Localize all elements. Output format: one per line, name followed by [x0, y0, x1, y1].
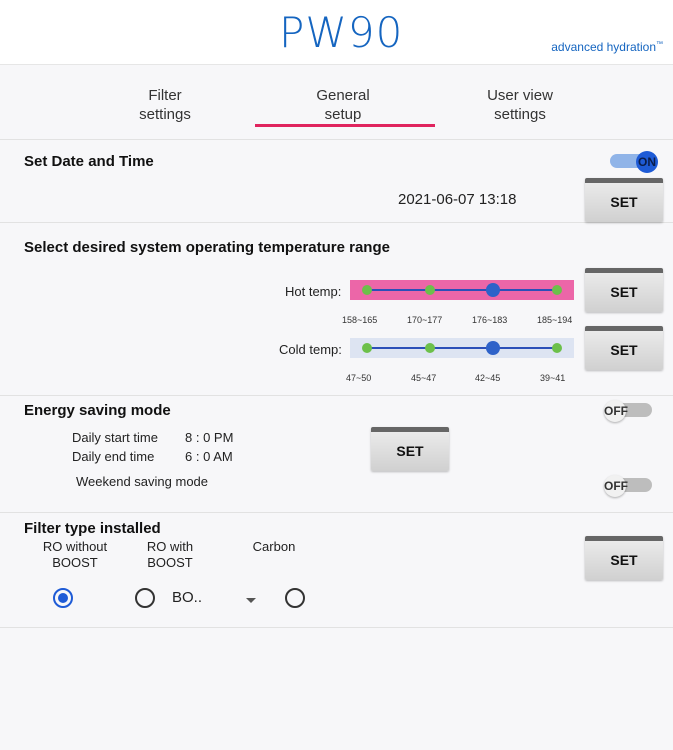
cold-range-label: 42~45	[475, 373, 501, 383]
date-time-title: Set Date and Time	[24, 153, 154, 170]
filter-type-title: Filter type installed	[24, 520, 161, 537]
cold-slider-line	[367, 347, 557, 349]
set-energy-button[interactable]: SET	[371, 427, 449, 471]
tagline-text: advanced hydration	[551, 40, 656, 54]
hot-temp-slider[interactable]	[350, 280, 574, 300]
hot-range-label: 170~177	[407, 315, 443, 325]
hot-stop-4[interactable]	[552, 285, 562, 295]
cold-temp-slider[interactable]	[350, 338, 574, 358]
hot-stop-2[interactable]	[425, 285, 435, 295]
hot-range-label: 185~194	[537, 315, 573, 325]
weekend-mode-label: Weekend saving mode	[76, 474, 209, 489]
radio-ro-with-boost[interactable]	[135, 588, 155, 608]
trademark-mark: ™	[656, 41, 663, 48]
app-header: PW90 advanced hydration™	[0, 0, 673, 65]
brand-logo: PW90	[279, 8, 404, 57]
end-time-label: Daily end time	[72, 449, 155, 464]
cold-range-label: 39~41	[540, 373, 566, 383]
section-filter-type: Filter type installed RO without BOOST R…	[0, 514, 673, 628]
cold-stop-4[interactable]	[552, 343, 562, 353]
hot-stop-1[interactable]	[362, 285, 372, 295]
cold-stop-3-selected[interactable]	[486, 341, 500, 355]
tab-filter-settings[interactable]: Filter settings	[115, 86, 215, 124]
hot-range-label: 158~165	[342, 315, 378, 325]
section-energy-saving: Energy saving mode OFF Daily start time …	[0, 397, 673, 513]
toggle-knob: OFF	[604, 400, 628, 422]
tab-bar: Filter settings General setup User view …	[0, 66, 673, 140]
active-tab-indicator	[255, 124, 435, 127]
cold-range-label: 45~47	[411, 373, 437, 383]
cold-range-label: 47~50	[346, 373, 372, 383]
cold-stop-2[interactable]	[425, 343, 435, 353]
current-date-time[interactable]: 2021-06-07 13:18	[398, 191, 516, 208]
section-date-time: Set Date and Time ON 2021-06-07 13:18 SE…	[0, 141, 673, 223]
option-ro-without-boost-label: RO without BOOST	[42, 539, 108, 570]
app-window: PW90 advanced hydration™ Filter settings…	[0, 0, 673, 750]
start-time-value[interactable]: 8 : 0 PM	[185, 430, 233, 445]
chevron-down-icon[interactable]	[246, 598, 256, 603]
cold-temp-label: Cold temp:	[279, 342, 342, 357]
toggle-knob: OFF	[604, 475, 628, 497]
set-filter-type-button[interactable]: SET	[585, 536, 663, 580]
tab-general-setup[interactable]: General setup	[278, 86, 408, 124]
hot-slider-line	[367, 289, 557, 291]
set-date-time-button[interactable]: SET	[585, 178, 663, 222]
boost-dropdown[interactable]: BO..	[172, 589, 202, 606]
hot-stop-3-selected[interactable]	[486, 283, 500, 297]
date-time-toggle[interactable]: ON	[608, 151, 658, 173]
hot-temp-label: Hot temp:	[285, 284, 342, 299]
radio-carbon[interactable]	[285, 588, 305, 608]
toggle-knob: ON	[636, 151, 658, 173]
end-time-value[interactable]: 6 : 0 AM	[185, 449, 233, 464]
option-ro-with-boost-label: RO with BOOST	[146, 539, 194, 570]
set-cold-temp-button[interactable]: SET	[585, 326, 663, 370]
hot-range-label: 176~183	[472, 315, 508, 325]
energy-toggle[interactable]: OFF	[604, 400, 654, 422]
temperature-title: Select desired system operating temperat…	[24, 239, 390, 256]
option-carbon-label: Carbon	[252, 539, 296, 554]
set-hot-temp-button[interactable]: SET	[585, 268, 663, 312]
brand-tagline: advanced hydration™	[551, 40, 663, 54]
weekend-mode-toggle[interactable]: OFF	[604, 475, 654, 497]
radio-ro-without-boost[interactable]	[53, 588, 73, 608]
energy-title: Energy saving mode	[24, 402, 171, 419]
start-time-label: Daily start time	[72, 430, 158, 445]
tab-user-view-settings[interactable]: User view settings	[460, 86, 580, 124]
cold-stop-1[interactable]	[362, 343, 372, 353]
section-temperature: Select desired system operating temperat…	[0, 224, 673, 396]
